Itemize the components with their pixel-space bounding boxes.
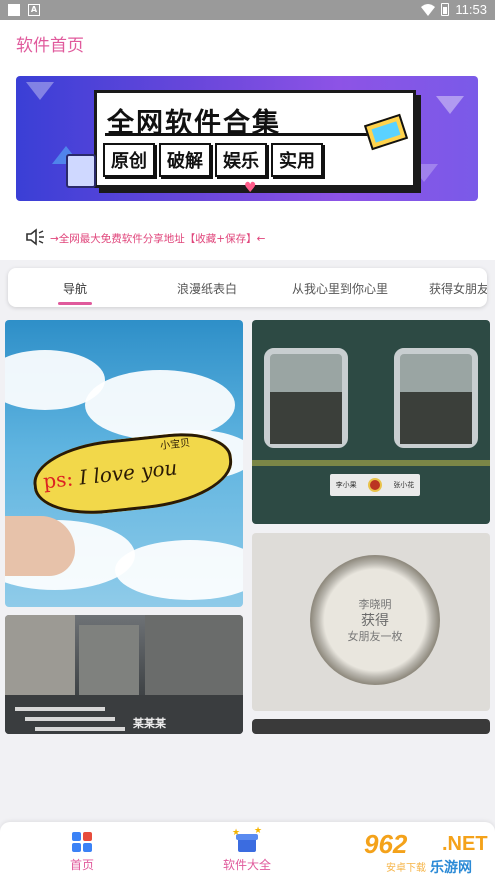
- bottlecap-line1: 李晓明: [358, 598, 392, 611]
- photo-love-note[interactable]: 小宝贝 ps: I love you: [5, 320, 243, 607]
- notification-square-icon: [8, 4, 20, 16]
- nav-item-home[interactable]: 首页: [42, 832, 122, 873]
- crosswalk-stripe: [15, 707, 105, 711]
- laptop-icon: [363, 113, 409, 151]
- app-header: 软件首页: [0, 20, 495, 64]
- banner-underline: [105, 133, 375, 136]
- wifi-icon: [421, 3, 436, 16]
- gift-box-icon: ★ ★: [232, 826, 262, 852]
- banner-section: 全网软件合集 原创 破解 娱乐 实用 ♥: [0, 64, 495, 214]
- triangle-decoration: [436, 96, 464, 114]
- banner-tag: 实用: [271, 143, 323, 177]
- plate-right-text: 张小花: [393, 481, 415, 489]
- crosswalk-stripe: [25, 717, 115, 721]
- photo-bottlecap[interactable]: 李晓明 获得 女朋友一枚: [252, 533, 490, 711]
- watermark-logo: 962 .NET 安卓下载 乐游网: [356, 827, 492, 876]
- triangle-decoration: [26, 82, 54, 100]
- page-title: 软件首页: [16, 36, 84, 56]
- emblem-icon: [367, 478, 382, 492]
- notification-a-icon: A: [28, 4, 40, 16]
- love-note: 小宝贝 ps: I love you: [29, 427, 237, 521]
- photo-street[interactable]: 某某某: [5, 615, 243, 734]
- banner-tag: 原创: [103, 143, 155, 177]
- bottlecap-text: 李晓明 获得 女朋友一枚: [310, 597, 440, 645]
- tab-heart-to-heart[interactable]: 从我心里到你心里: [292, 280, 388, 297]
- promo-banner[interactable]: 全网软件合集 原创 破解 娱乐 实用 ♥: [16, 76, 478, 201]
- watermark-net: .NET: [442, 833, 488, 855]
- love-note-ps: ps:: [42, 466, 75, 494]
- banner-tag: 破解: [159, 143, 211, 177]
- banner-tag: 娱乐: [215, 143, 267, 177]
- love-note-text: ps: I love you: [42, 455, 178, 493]
- plate-left-text: 李小果: [335, 481, 357, 489]
- love-note-main: I love you: [78, 455, 179, 490]
- building-shape: [5, 615, 75, 695]
- category-tabs: 导航 浪漫纸表白 从我心里到你心里 获得女朋友: [8, 268, 487, 307]
- home-grid-icon: [71, 832, 93, 852]
- hand-shape: [5, 516, 75, 576]
- train-window: [394, 348, 478, 448]
- building-shape: [79, 625, 139, 695]
- nav-label-all-software: 软件大全: [222, 858, 271, 872]
- status-bar: A 11:53: [0, 0, 495, 20]
- heart-icon: ♥: [244, 180, 257, 196]
- train-stripe: [252, 460, 490, 466]
- watermark-small-text: 安卓下载: [386, 863, 426, 874]
- photo-train[interactable]: 李小果 张小花: [252, 320, 490, 524]
- street-text: 某某某: [133, 717, 166, 730]
- tablet-icon: [66, 154, 96, 188]
- building-shape: [145, 615, 243, 695]
- speaker-icon: [26, 228, 44, 246]
- notice-bar[interactable]: →全网最大免费软件分享地址【收藏+保存】←: [0, 214, 495, 260]
- cloud-shape: [115, 540, 243, 600]
- watermark-number: 962: [364, 829, 408, 859]
- battery-icon: [441, 3, 450, 16]
- photo-partial[interactable]: [252, 719, 490, 734]
- status-time: 11:53: [455, 2, 487, 17]
- crosswalk-stripe: [35, 727, 125, 731]
- banner-card: 全网软件合集 原创 破解 娱乐 实用: [94, 90, 416, 188]
- watermark-cn: 乐游网: [430, 860, 472, 876]
- banner-tags: 原创 破解 娱乐 实用: [103, 143, 323, 177]
- bottlecap-line2: 获得: [361, 613, 389, 629]
- bottlecap-line3: 女朋友一枚: [347, 630, 403, 643]
- notice-text: →全网最大免费软件分享地址【收藏+保存】←: [50, 233, 266, 245]
- tab-navigation[interactable]: 导航: [63, 280, 87, 297]
- nav-label-home: 首页: [69, 858, 94, 872]
- love-note-small: 小宝贝: [159, 437, 191, 452]
- active-tab-indicator: [58, 302, 92, 305]
- nav-item-all-software[interactable]: ★ ★ 软件大全: [207, 826, 287, 873]
- bottlecap-shape: 李晓明 获得 女朋友一枚: [310, 555, 440, 685]
- tab-romantic-paper[interactable]: 浪漫纸表白: [177, 280, 237, 297]
- train-nameplate: 李小果 张小花: [330, 474, 420, 496]
- train-window: [264, 348, 348, 448]
- tab-get-girlfriend[interactable]: 获得女朋友: [429, 280, 487, 297]
- cloud-shape: [85, 370, 235, 440]
